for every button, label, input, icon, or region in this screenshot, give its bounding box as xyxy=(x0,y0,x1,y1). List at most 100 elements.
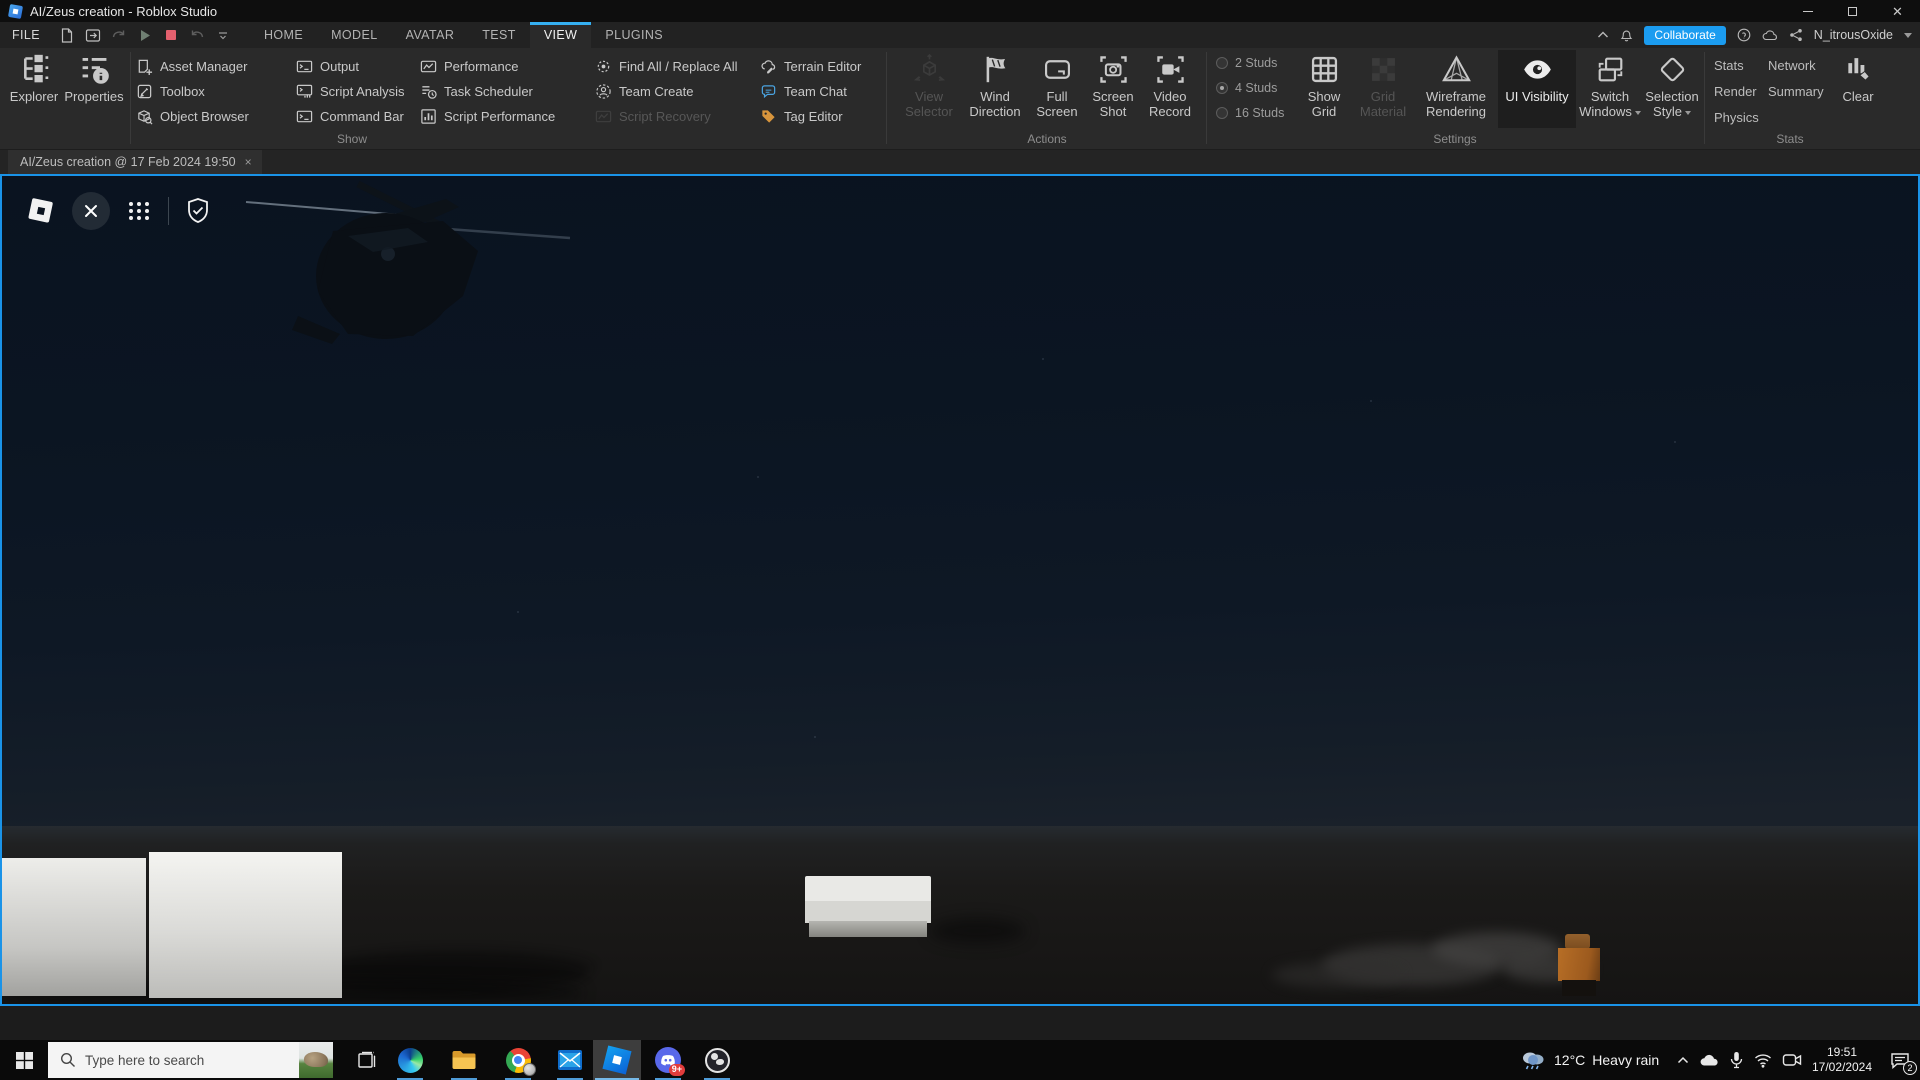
ribbon-task-scheduler[interactable]: Task Scheduler xyxy=(420,80,533,102)
play-icon[interactable] xyxy=(132,22,158,48)
ribbon-selection-style[interactable]: Selection Style xyxy=(1644,50,1700,128)
ribbon-wind-direction[interactable]: Wind Direction xyxy=(964,50,1026,128)
tab-avatar[interactable]: AVATAR xyxy=(392,22,469,48)
close-game-menu-button[interactable] xyxy=(72,192,110,230)
redo-icon[interactable] xyxy=(106,22,132,48)
topbar-divider xyxy=(168,197,169,225)
start-button[interactable] xyxy=(0,1040,48,1080)
script-analysis-icon xyxy=(296,83,313,100)
task-view-icon xyxy=(357,1051,375,1068)
roblox-studio-window: AI/Zeus creation - Roblox Studio ✕ FILE xyxy=(0,0,1920,1080)
taskbar-chrome[interactable] xyxy=(494,1040,542,1080)
username[interactable]: N_itrousOxide xyxy=(1814,28,1893,42)
ribbon-clear-stats[interactable]: Clear xyxy=(1832,50,1884,128)
couch-back xyxy=(805,876,931,904)
stud-option-4[interactable]: 4 Studs xyxy=(1216,81,1277,95)
ribbon-find-all-replace-all[interactable]: Find All / Replace All xyxy=(595,55,738,77)
help-icon[interactable] xyxy=(1737,28,1751,42)
document-tab[interactable]: AI/Zeus creation @ 17 Feb 2024 19:50 × xyxy=(8,150,262,174)
ribbon-network-toggle[interactable]: Network xyxy=(1768,58,1816,73)
clock[interactable]: 19:51 17/02/2024 xyxy=(1808,1040,1876,1080)
ribbon-explorer[interactable]: Explorer xyxy=(8,50,60,128)
chevron-up-icon[interactable] xyxy=(1597,31,1609,39)
collaborate-button[interactable]: Collaborate xyxy=(1644,25,1726,45)
roblox-game-logo-icon[interactable] xyxy=(26,194,56,228)
label: Clear xyxy=(1842,89,1874,104)
share-icon[interactable] xyxy=(1789,28,1803,42)
notifications-bell-icon[interactable] xyxy=(1620,28,1633,42)
ribbon-screen-shot[interactable]: Screen Shot xyxy=(1086,50,1140,128)
ribbon-output[interactable]: Output xyxy=(296,55,359,77)
close-button[interactable]: ✕ xyxy=(1875,0,1920,22)
weather-widget[interactable]: 12°C Heavy rain xyxy=(1520,1040,1670,1080)
taskbar-search[interactable]: Type here to search xyxy=(48,1042,333,1078)
quick-access-dropdown-icon[interactable] xyxy=(210,22,236,48)
discord-notification-badge: 9+ xyxy=(668,1064,685,1076)
tray-network[interactable] xyxy=(1750,1040,1776,1080)
stop-icon[interactable] xyxy=(158,22,184,48)
task-view-button[interactable] xyxy=(345,1040,389,1080)
ribbon-team-create[interactable]: Team Create xyxy=(595,80,693,102)
ribbon-switch-windows[interactable]: Switch Windows xyxy=(1578,50,1642,128)
tab-model[interactable]: MODEL xyxy=(317,22,391,48)
ribbon-terrain-editor[interactable]: Terrain Editor xyxy=(760,55,861,77)
ribbon-wireframe-rendering[interactable]: Wireframe Rendering xyxy=(1416,50,1496,128)
taskbar-edge[interactable] xyxy=(386,1040,434,1080)
ribbon-render-toggle[interactable]: Render xyxy=(1714,84,1757,99)
ribbon-object-browser[interactable]: Object Browser xyxy=(136,105,249,127)
taskbar-mail[interactable] xyxy=(546,1040,594,1080)
search-highlight-image[interactable] xyxy=(299,1042,333,1078)
ribbon-script-analysis[interactable]: Script Analysis xyxy=(296,80,405,102)
undo-icon[interactable] xyxy=(184,22,210,48)
taskbar-roblox-studio[interactable] xyxy=(593,1040,641,1080)
open-file-icon[interactable] xyxy=(80,22,106,48)
ribbon-team-chat[interactable]: Team Chat xyxy=(760,80,847,102)
apps-grid-icon[interactable] xyxy=(126,198,152,224)
ribbon-tag-editor[interactable]: Tag Editor xyxy=(760,105,843,127)
tray-onedrive[interactable] xyxy=(1696,1040,1722,1080)
tray-chevron-up[interactable] xyxy=(1672,1040,1694,1080)
ribbon-script-performance[interactable]: Script Performance xyxy=(420,105,555,127)
ribbon-show-grid[interactable]: Show Grid xyxy=(1296,50,1352,128)
document-tab-close-icon[interactable]: × xyxy=(245,155,252,169)
file-menu[interactable]: FILE xyxy=(0,28,54,42)
tab-plugins[interactable]: PLUGINS xyxy=(591,22,677,48)
taskbar-obs[interactable] xyxy=(693,1040,741,1080)
ribbon-asset-manager[interactable]: Asset Manager xyxy=(136,55,247,77)
cloud-icon[interactable] xyxy=(1762,29,1778,41)
ribbon-command-bar[interactable]: Command Bar xyxy=(296,105,404,127)
stud-option-16[interactable]: 16 Studs xyxy=(1216,106,1284,120)
action-center[interactable]: 2 xyxy=(1882,1040,1918,1080)
ribbon-properties[interactable]: Properties xyxy=(62,50,126,128)
tab-test[interactable]: TEST xyxy=(468,22,530,48)
ribbon-stats-toggle[interactable]: Stats xyxy=(1714,58,1744,73)
label: Output xyxy=(320,58,360,74)
label: 16 Studs xyxy=(1235,106,1285,120)
ribbon-video-record[interactable]: Video Record xyxy=(1142,50,1198,128)
tray-microphone[interactable] xyxy=(1724,1040,1748,1080)
stud-option-2[interactable]: 2 Studs xyxy=(1216,56,1277,70)
maximize-button[interactable] xyxy=(1830,0,1875,22)
ribbon-ui-visibility[interactable]: UI Visibility xyxy=(1498,50,1576,128)
menu-bar: FILE HOME MODEL AVATAR TEST VIEW PLUGINS xyxy=(0,22,1920,48)
group-label-settings: Settings xyxy=(1433,132,1477,146)
chevron-up-icon xyxy=(1677,1056,1689,1064)
label: 2 Studs xyxy=(1235,56,1278,70)
ribbon-full-screen[interactable]: Full Screen xyxy=(1030,50,1084,128)
new-file-icon[interactable] xyxy=(54,22,80,48)
ribbon-physics-toggle[interactable]: Physics xyxy=(1714,110,1759,125)
star-particle xyxy=(1674,441,1676,443)
taskbar-file-explorer[interactable] xyxy=(440,1040,488,1080)
tray-meet-now[interactable] xyxy=(1778,1040,1806,1080)
ribbon-summary-toggle[interactable]: Summary xyxy=(1768,84,1824,99)
minimize-button[interactable] xyxy=(1785,0,1830,22)
tab-view[interactable]: VIEW xyxy=(529,22,592,48)
3d-viewport[interactable] xyxy=(0,174,1920,1006)
ribbon-performance[interactable]: Performance xyxy=(420,55,518,77)
taskbar-discord[interactable]: 9+ xyxy=(644,1040,692,1080)
ribbon-toolbox[interactable]: Toolbox xyxy=(136,80,205,102)
shield-check-icon[interactable] xyxy=(185,197,211,225)
user-dropdown-icon[interactable] xyxy=(1904,32,1912,38)
player-avatar xyxy=(1555,934,1603,998)
tab-home[interactable]: HOME xyxy=(250,22,317,48)
